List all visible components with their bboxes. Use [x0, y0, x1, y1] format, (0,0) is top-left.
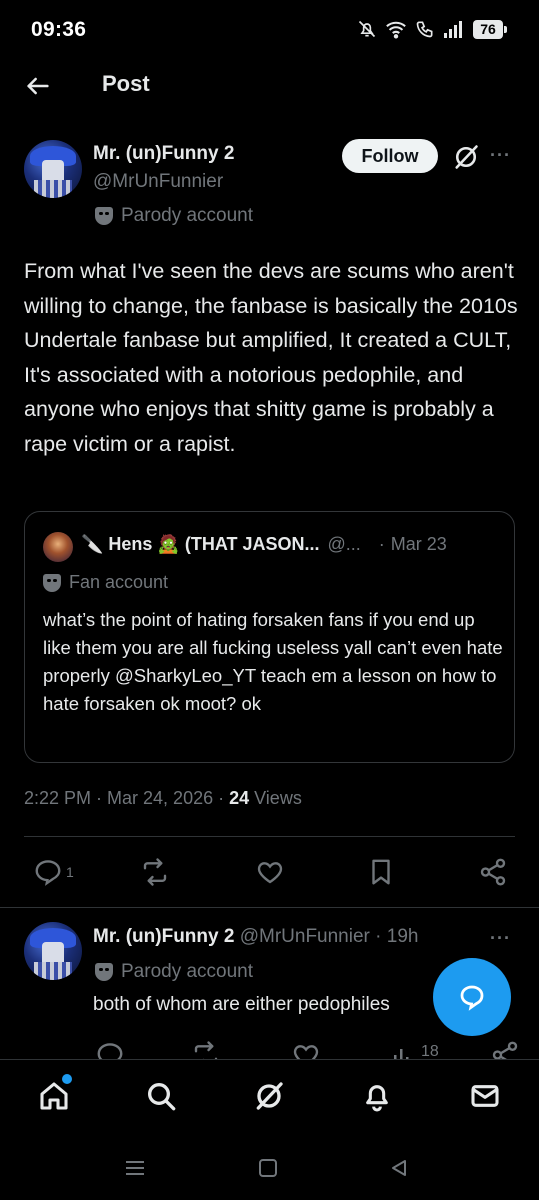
grok-nav-icon[interactable] — [253, 1080, 285, 1112]
retweet-icon[interactable] — [140, 857, 170, 887]
recent-apps-icon[interactable] — [124, 1159, 146, 1177]
more-options-icon[interactable]: ··· — [490, 145, 511, 166]
quote-avatar[interactable] — [43, 532, 73, 562]
battery-icon: 76 — [473, 19, 507, 39]
divider — [0, 907, 539, 908]
back-system-icon[interactable] — [389, 1158, 409, 1178]
fan-account-label-text: Fan account — [69, 572, 169, 592]
reply-handle-time: @MrUnFunnier · 19h — [234, 926, 419, 947]
search-icon[interactable] — [145, 1080, 177, 1112]
reply-icon[interactable] — [33, 857, 63, 887]
reply-parody-label: Parody account — [95, 961, 253, 983]
views-label: Views — [249, 788, 302, 808]
follow-button[interactable]: Follow — [342, 139, 438, 173]
compose-reply-button[interactable] — [433, 958, 511, 1036]
quoted-post[interactable]: 🔪 Hens 🧟 (THAT JASON... @... · Mar 23 Fa… — [24, 511, 515, 763]
reply-author-name: Mr. (un)Funny 2 — [93, 926, 235, 947]
status-icons: 76 — [357, 19, 507, 39]
quote-handle: @... — [327, 534, 361, 554]
post-meta: 2:22 PM · Mar 24, 2026 · 24 Views — [24, 788, 302, 809]
like-icon[interactable] — [255, 857, 285, 887]
quote-header: 🔪 Hens 🧟 (THAT JASON... @... · Mar 23 — [81, 534, 501, 555]
author-handle[interactable]: @MrUnFunnier — [93, 171, 223, 193]
quote-text: what’s the point of hating forsaken fans… — [43, 609, 503, 714]
notifications-icon[interactable] — [361, 1080, 393, 1112]
views-count: 24 — [229, 788, 250, 808]
reply-author-avatar[interactable] — [24, 922, 82, 980]
page-title: Post — [102, 71, 150, 96]
post-text: From what I've seen the devs are scums w… — [24, 259, 518, 456]
chat-bubble-icon — [460, 985, 484, 1011]
status-bar: 09:36 76 — [0, 0, 539, 62]
signal-icon — [444, 21, 462, 38]
status-time: 09:36 — [31, 18, 87, 41]
author-name[interactable]: Mr. (un)Funny 2 — [93, 143, 234, 165]
bottom-navigation — [0, 1059, 539, 1139]
messages-icon[interactable] — [469, 1080, 501, 1112]
home-icon[interactable] — [38, 1080, 70, 1112]
wifi-icon — [386, 21, 406, 39]
author-avatar[interactable] — [24, 140, 82, 198]
mute-icon — [358, 20, 376, 38]
reply-text: both of whom are either pedophiles — [93, 994, 390, 1015]
mask-icon — [43, 573, 61, 592]
grok-icon[interactable] — [452, 143, 480, 171]
system-navigation-bar — [0, 1139, 539, 1200]
parody-label-text: Parody account — [121, 205, 254, 226]
bookmark-icon[interactable] — [366, 857, 396, 887]
home-system-icon[interactable] — [258, 1158, 278, 1178]
quote-separator: · — [378, 534, 385, 554]
reply-header[interactable]: Mr. (un)Funny 2 @MrUnFunnier · 19h — [93, 926, 418, 948]
post-timestamp: 2:22 PM · Mar 24, 2026 · — [24, 788, 230, 808]
quote-author-name: 🔪 Hens 🧟 (THAT JASON... — [81, 534, 320, 554]
notification-dot — [62, 1074, 72, 1084]
fan-account-label: Fan account — [43, 572, 168, 593]
share-icon[interactable] — [478, 857, 508, 887]
arrow-left-icon[interactable] — [24, 72, 52, 100]
parody-label: Parody account — [95, 205, 253, 227]
quote-date: Mar 23 — [390, 534, 447, 554]
divider — [24, 836, 515, 837]
reply-parody-label-text: Parody account — [121, 961, 254, 982]
mask-icon — [95, 207, 113, 225]
wifi-call-icon — [416, 21, 433, 38]
reply-count: 1 — [66, 864, 74, 880]
reply-more-options-icon[interactable]: ··· — [490, 928, 511, 949]
mask-icon — [95, 963, 113, 981]
